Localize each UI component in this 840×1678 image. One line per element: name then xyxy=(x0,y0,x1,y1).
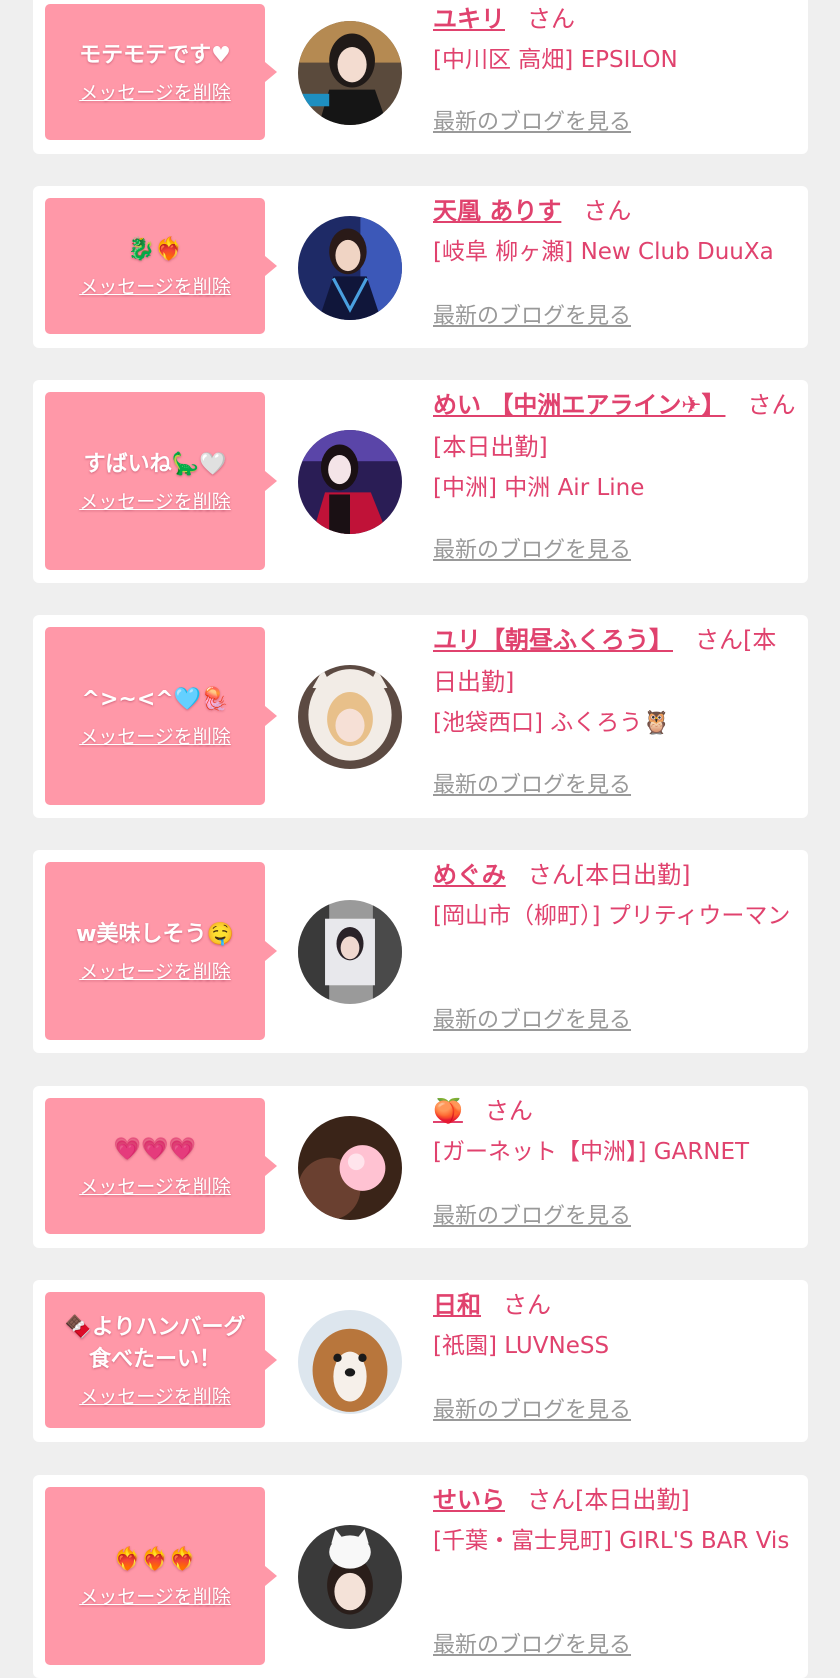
message-bubble: 🐉❤️‍🔥 メッセージを削除 xyxy=(45,198,277,334)
cast-name-link[interactable]: ユリ【朝昼ふくろう】 xyxy=(433,626,673,654)
honorific: さん xyxy=(503,1291,551,1319)
avatar-photo xyxy=(298,665,402,769)
delete-message-link[interactable]: メッセージを削除 xyxy=(79,272,231,299)
message-card: 🐉❤️‍🔥 メッセージを削除 天凰 ありす さん [岐阜 柳ヶ瀬] New Clu… xyxy=(33,186,808,348)
avatar[interactable] xyxy=(298,900,402,1004)
honorific: さん xyxy=(527,1486,575,1514)
shop-info: [池袋西口] ふくろう🦉 xyxy=(433,710,671,736)
shop-info: [中洲] 中洲 Air Line xyxy=(433,475,645,501)
avatar-photo xyxy=(298,1525,402,1629)
delete-message-link[interactable]: メッセージを削除 xyxy=(79,1582,231,1609)
cast-info: ユキリ さん [中川区 高畑] EPSILON xyxy=(433,0,796,80)
view-blog-link[interactable]: 最新のブログを見る xyxy=(433,1002,631,1034)
message-text: 🍫よりハンバーグ食べたーい！ xyxy=(64,1314,246,1372)
avatar-photo xyxy=(298,21,402,125)
cast-name-link[interactable]: 天凰 ありす xyxy=(433,197,561,225)
view-blog-link[interactable]: 最新のブログを見る xyxy=(433,1627,631,1659)
cast-info: めぐみ さん[本日出勤] [岡山市（柳町）] プリティウーマン xyxy=(433,854,796,936)
avatar[interactable] xyxy=(298,1116,402,1220)
avatar[interactable] xyxy=(298,1310,402,1414)
avatar-photo xyxy=(298,216,402,320)
message-card: ^>~<^🩵🪼 メッセージを削除 ユリ【朝昼ふくろう】 さん[本日出勤] [池袋西… xyxy=(33,615,808,818)
view-blog-link[interactable]: 最新のブログを見る xyxy=(433,1392,631,1424)
delete-message-link[interactable]: メッセージを削除 xyxy=(79,78,231,105)
honorific: さん xyxy=(695,626,743,654)
message-bubble: 🍫よりハンバーグ食べたーい！ メッセージを削除 xyxy=(45,1292,277,1428)
avatar[interactable] xyxy=(298,21,402,125)
cast-info: せいら さん[本日出勤] [千葉・富士見町] GIRL'S BAR Vis xyxy=(433,1479,796,1561)
view-blog-link[interactable]: 最新のブログを見る xyxy=(433,1198,631,1230)
honorific: さん xyxy=(527,5,575,33)
message-bubble: w美味しそう🤤 メッセージを削除 xyxy=(45,862,277,1040)
shop-info: [中川区 高畑] EPSILON xyxy=(433,47,678,73)
cast-name-link[interactable]: ユキリ xyxy=(433,5,505,33)
status-suffix: [本日出勤] xyxy=(575,861,691,889)
message-text: ^>~<^🩵🪼 xyxy=(81,686,229,712)
message-text: w美味しそう🤤 xyxy=(76,921,234,947)
honorific: さん xyxy=(484,1097,533,1125)
message-text: ❤️‍🔥❤️‍🔥❤️‍🔥 xyxy=(113,1546,197,1572)
delete-message-link[interactable]: メッセージを削除 xyxy=(79,1172,231,1199)
status-suffix: [本日出勤] xyxy=(433,433,548,461)
shop-info: [千葉・富士見町] GIRL'S BAR Vis xyxy=(433,1528,790,1554)
message-card: 💗💗💗 メッセージを削除 🍑 さん [ガーネット【中洲】] GARNET 最新のブ… xyxy=(33,1086,808,1248)
avatar[interactable] xyxy=(298,216,402,320)
cast-info: ユリ【朝昼ふくろう】 さん[本日出勤] [池袋西口] ふくろう🦉 xyxy=(433,619,796,743)
message-bubble: 💗💗💗 メッセージを削除 xyxy=(45,1098,277,1234)
cast-name-link[interactable]: めぐみ xyxy=(433,861,506,889)
message-card: 🍫よりハンバーグ食べたーい！ メッセージを削除 日和 さん [祇園] LUVNeS… xyxy=(33,1280,808,1442)
cast-info: 天凰 ありす さん [岐阜 柳ヶ瀬] New Club DuuXa xyxy=(433,190,796,272)
delete-message-link[interactable]: メッセージを削除 xyxy=(79,722,231,749)
view-blog-link[interactable]: 最新のブログを見る xyxy=(433,767,631,799)
message-text: モテモテです♥ xyxy=(79,42,231,68)
delete-message-link[interactable]: メッセージを削除 xyxy=(79,487,231,514)
cast-info: 🍑 さん [ガーネット【中洲】] GARNET xyxy=(433,1090,796,1172)
honorific: さん xyxy=(747,391,796,419)
honorific: さん xyxy=(583,197,632,225)
avatar[interactable] xyxy=(298,665,402,769)
avatar-photo xyxy=(298,430,402,534)
delete-message-link[interactable]: メッセージを削除 xyxy=(79,1382,231,1409)
message-bubble: すばいね🦕🤍 メッセージを削除 xyxy=(45,392,277,570)
honorific: さん xyxy=(527,861,576,889)
cast-name-link[interactable]: めい 【中洲エアライン✈】 xyxy=(433,391,725,419)
avatar[interactable] xyxy=(298,1525,402,1629)
cast-info: めい 【中洲エアライン✈】 さん [本日出勤] [中洲] 中洲 Air Line xyxy=(433,384,796,508)
view-blog-link[interactable]: 最新のブログを見る xyxy=(433,298,631,330)
message-text: 🐉❤️‍🔥 xyxy=(127,236,183,262)
shop-info: [岡山市（柳町）] プリティウーマン xyxy=(433,903,791,929)
shop-info: [祇園] LUVNeSS xyxy=(433,1333,610,1359)
shop-info: [ガーネット【中洲】] GARNET xyxy=(433,1139,750,1165)
message-bubble: ❤️‍🔥❤️‍🔥❤️‍🔥 メッセージを削除 xyxy=(45,1487,277,1665)
message-card: モテモテです♥ メッセージを削除 ユキリ さん [中川区 高畑] EPSILON … xyxy=(33,0,808,154)
cast-name-link[interactable]: 🍑 xyxy=(433,1097,463,1125)
view-blog-link[interactable]: 最新のブログを見る xyxy=(433,104,631,136)
avatar[interactable] xyxy=(298,430,402,534)
message-card: w美味しそう🤤 メッセージを削除 めぐみ さん[本日出勤] [岡山市（柳町）] プ… xyxy=(33,850,808,1053)
avatar-photo xyxy=(298,1310,402,1414)
message-text: すばいね🦕🤍 xyxy=(83,451,227,477)
cast-name-link[interactable]: 日和 xyxy=(433,1291,481,1319)
status-suffix: [本日出勤] xyxy=(575,1486,690,1514)
cast-name-link[interactable]: せいら xyxy=(433,1486,505,1514)
delete-message-link[interactable]: メッセージを削除 xyxy=(79,957,231,984)
cast-info: 日和 さん [祇園] LUVNeSS xyxy=(433,1284,796,1366)
shop-info: [岐阜 柳ヶ瀬] New Club DuuXa xyxy=(433,239,774,265)
message-bubble: モテモテです♥ メッセージを削除 xyxy=(45,4,277,140)
message-card: すばいね🦕🤍 メッセージを削除 めい 【中洲エアライン✈】 さん [本日出勤] [中… xyxy=(33,380,808,583)
message-card: ❤️‍🔥❤️‍🔥❤️‍🔥 メッセージを削除 せいら さん[本日出勤] [千葉・富士… xyxy=(33,1475,808,1678)
message-bubble: ^>~<^🩵🪼 メッセージを削除 xyxy=(45,627,277,805)
view-blog-link[interactable]: 最新のブログを見る xyxy=(433,532,631,564)
avatar-photo xyxy=(298,1116,402,1220)
avatar-photo xyxy=(298,900,402,1004)
message-text: 💗💗💗 xyxy=(113,1136,197,1162)
